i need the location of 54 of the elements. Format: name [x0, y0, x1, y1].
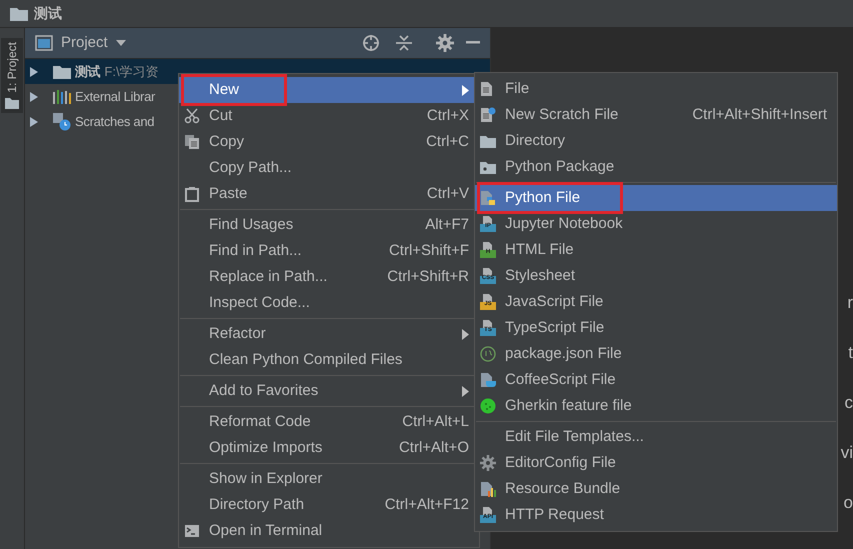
- menu-item-label: Python Package: [505, 156, 614, 177]
- menu-item-label: Python File: [505, 188, 580, 208]
- editor-text: o: [844, 492, 853, 514]
- menu-item-label: Clean Python Compiled Files: [209, 350, 402, 370]
- tree-node-path: F:\学习资: [104, 62, 159, 81]
- menu-item-label: Stylesheet: [505, 266, 576, 286]
- editor-text: t: [848, 342, 853, 364]
- menu-item-label: TypeScript File: [505, 318, 604, 338]
- editor-text: vi: [840, 442, 853, 464]
- menu-item-label: Paste: [209, 184, 248, 204]
- tree-node-label: Scratches and: [75, 112, 154, 131]
- menu-item-label: Jupyter Notebook: [505, 214, 623, 234]
- menu-item-label: Directory Path: [209, 494, 304, 515]
- tree-node-label: External Librar: [75, 88, 156, 106]
- menu-item-label: File: [505, 78, 530, 99]
- menu-item-label: Replace in Path...: [209, 266, 328, 287]
- window-title: 测试: [34, 4, 62, 23]
- editor-text: r: [847, 292, 853, 314]
- menu-item-label: Inspect Code...: [209, 292, 310, 313]
- shortcut-label: Ctrl+Shift+F: [388, 240, 469, 261]
- shortcut-label: Ctrl+C: [426, 132, 469, 152]
- menu-item-label: Copy: [209, 132, 244, 152]
- menu-item-label: Find in Path...: [209, 240, 302, 261]
- tool-tab-label: 1: Project: [4, 42, 20, 93]
- menu-item-label: JavaScript File: [505, 292, 604, 312]
- menu-item-label: Refactor: [209, 324, 266, 344]
- menu-item-label: Resource Bundle: [505, 478, 620, 499]
- menu-item-label: Gherkin feature file: [505, 396, 632, 416]
- menu-item-label: New Scratch File: [505, 104, 618, 125]
- menu-item-label: Reformat Code: [209, 412, 311, 432]
- shortcut-label: Ctrl+Alt+Shift+Insert: [692, 104, 827, 125]
- shortcut-label: Ctrl+V: [426, 184, 469, 204]
- tree-node-label: 测试: [75, 62, 100, 81]
- shortcut-label: Ctrl+Alt+O: [398, 438, 469, 458]
- menu-item-label: Directory: [505, 130, 566, 151]
- menu-item-label: Show in Explorer: [209, 468, 322, 489]
- shortcut-label: Ctrl+Alt+L: [402, 412, 469, 432]
- shortcut-label: Alt+F7: [425, 214, 469, 235]
- menu-item-label: Open in Terminal: [209, 520, 322, 541]
- editor-text: c: [844, 392, 853, 414]
- menu-item-label: Edit File Templates...: [505, 426, 644, 447]
- menu-item-label: package.json File: [505, 344, 622, 364]
- menu-item-label: HTTP Request: [505, 504, 604, 525]
- menu-item-label: Cut: [209, 106, 232, 126]
- menu-item-label: Copy Path...: [209, 158, 292, 178]
- shortcut-label: Ctrl+Shift+R: [387, 266, 469, 287]
- menu-item-label: Find Usages: [209, 214, 294, 235]
- menu-item-label: Optimize Imports: [209, 438, 322, 458]
- shortcut-label: Ctrl+Alt+F12: [384, 494, 469, 515]
- menu-item-label: EditorConfig File: [505, 452, 616, 473]
- menu-item-label: HTML File: [505, 240, 574, 260]
- menu-item-label: Add to Favorites: [209, 380, 318, 401]
- menu-item-label: CoffeeScript File: [505, 370, 616, 390]
- shortcut-label: Ctrl+X: [426, 106, 469, 126]
